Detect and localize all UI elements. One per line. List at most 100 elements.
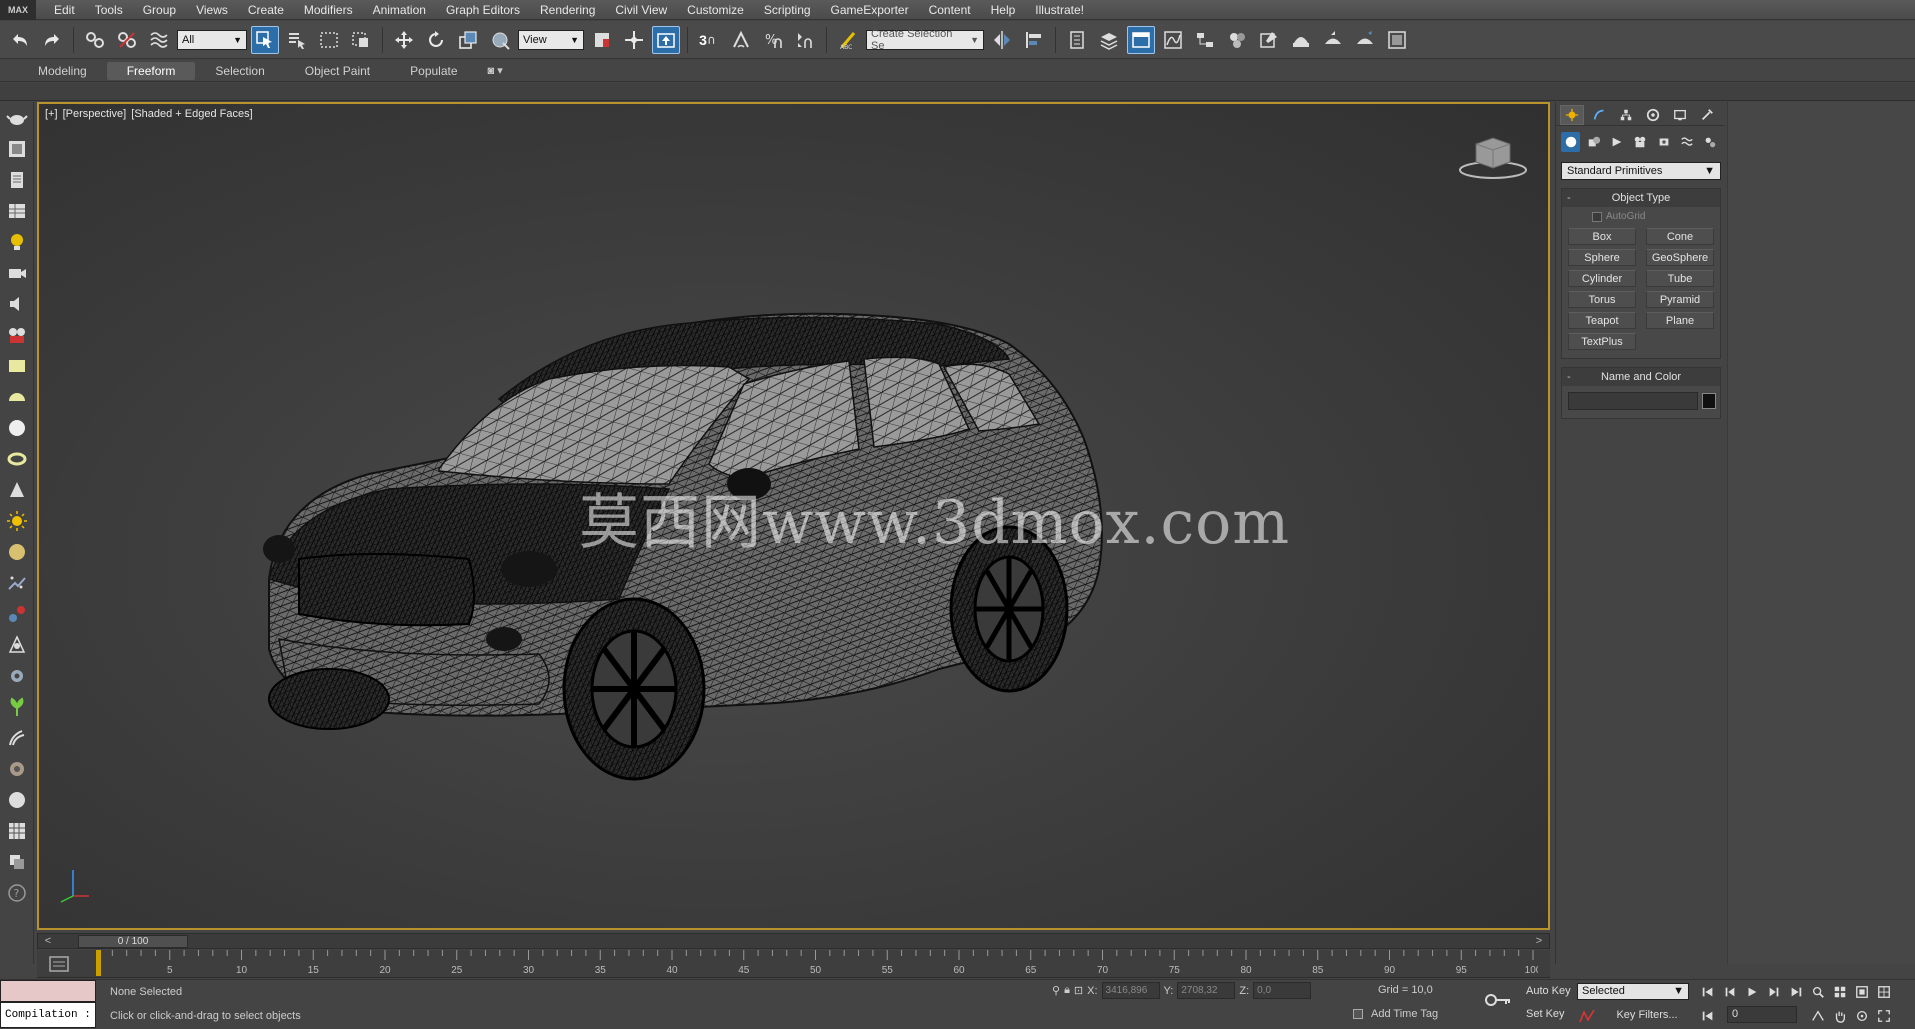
box-button[interactable]: Box xyxy=(1568,228,1636,245)
zoom-extents-icon[interactable] xyxy=(1810,984,1826,1000)
angle-snap-icon[interactable] xyxy=(727,26,755,54)
render-frame-window-icon[interactable] xyxy=(1383,26,1411,54)
play-icon[interactable] xyxy=(1744,984,1760,1000)
lock-icon[interactable]: 🔒︎ xyxy=(1064,984,1070,997)
zoom-all-icon[interactable] xyxy=(1832,984,1848,1000)
object-color-swatch[interactable] xyxy=(1702,393,1716,409)
sphere-primitive-icon[interactable] xyxy=(0,412,34,443)
torus-knot-icon[interactable] xyxy=(0,443,34,474)
rendered-frame-window-icon[interactable] xyxy=(1287,26,1315,54)
collapse-icon[interactable]: - xyxy=(1567,192,1571,204)
maximize-viewport-icon[interactable] xyxy=(1876,984,1892,1000)
isolate-icon[interactable]: ⚲ xyxy=(1052,984,1060,997)
maxscript-listener[interactable]: Compilation : xyxy=(0,980,96,1029)
undo-icon[interactable] xyxy=(6,26,34,54)
plane-button[interactable]: Plane xyxy=(1646,312,1714,329)
orbit-icon[interactable] xyxy=(1854,1008,1870,1024)
menu-gameexporter[interactable]: GameExporter xyxy=(821,0,919,20)
render-setup-icon[interactable] xyxy=(1255,26,1283,54)
object-name-input[interactable] xyxy=(1568,392,1699,410)
table-icon[interactable] xyxy=(0,195,34,226)
name-and-color-header[interactable]: - Name and Color xyxy=(1562,368,1720,386)
go-to-start-icon[interactable] xyxy=(1700,984,1716,1000)
place-icon[interactable] xyxy=(486,26,514,54)
cylinder-button[interactable]: Cylinder xyxy=(1568,270,1636,287)
viewport-shading-label[interactable]: [Shaded + Edged Faces] xyxy=(131,108,252,120)
pyramid-button[interactable]: Pyramid xyxy=(1646,291,1714,308)
collapse-icon[interactable]: - xyxy=(1567,371,1571,383)
mini-curve-editor-icon[interactable] xyxy=(47,954,71,974)
percent-snap-icon[interactable]: % xyxy=(759,26,787,54)
viewport-menu[interactable]: [+] xyxy=(45,108,58,120)
auto-key-button[interactable]: Auto Key xyxy=(1526,985,1571,997)
cone-primitive-icon[interactable] xyxy=(0,474,34,505)
move-icon[interactable] xyxy=(390,26,418,54)
create-tab-icon[interactable] xyxy=(1560,105,1584,125)
x-coordinate-field[interactable]: 3416,896 xyxy=(1101,982,1160,999)
display-tab-icon[interactable] xyxy=(1668,105,1692,125)
menu-scripting[interactable]: Scripting xyxy=(754,0,821,20)
time-tag-icon[interactable] xyxy=(1353,1009,1363,1019)
time-slider[interactable]: < 0 / 100 > xyxy=(37,933,1550,949)
select-by-name-icon[interactable] xyxy=(283,26,311,54)
app-logo[interactable]: MAX xyxy=(0,0,36,20)
light-icon[interactable] xyxy=(0,226,34,257)
sphere-white-icon[interactable] xyxy=(0,784,34,815)
checkbox-box[interactable] xyxy=(1592,211,1602,222)
film-icon[interactable] xyxy=(0,319,34,350)
absolute-mode-icon[interactable]: ⊡ xyxy=(1074,984,1083,997)
menu-customize[interactable]: Customize xyxy=(677,0,754,20)
menu-graph-editors[interactable]: Graph Editors xyxy=(436,0,530,20)
set-key-button[interactable]: Set Key xyxy=(1526,1008,1565,1020)
particles-icon[interactable] xyxy=(0,567,34,598)
maximize-toggle-icon[interactable] xyxy=(1876,1008,1892,1024)
brush-icon[interactable] xyxy=(0,753,34,784)
rotate-icon[interactable] xyxy=(422,26,450,54)
help-icon[interactable]: ? xyxy=(0,877,34,908)
scene-explorer-icon[interactable] xyxy=(1063,26,1091,54)
modify-tab-icon[interactable] xyxy=(1587,105,1611,125)
menu-tools[interactable]: Tools xyxy=(85,0,133,20)
next-frame-icon[interactable] xyxy=(1766,984,1782,1000)
helper-icon[interactable] xyxy=(0,598,34,629)
current-frame-field[interactable]: 0 xyxy=(1727,1006,1797,1023)
helpers-icon[interactable] xyxy=(1654,132,1673,152)
systems-icon[interactable] xyxy=(1701,132,1720,152)
toggle-ribbon-icon[interactable] xyxy=(1127,25,1155,54)
unlink-icon[interactable] xyxy=(113,26,141,54)
menu-rendering[interactable]: Rendering xyxy=(530,0,605,20)
go-to-end-icon[interactable] xyxy=(1788,984,1804,1000)
menu-modifiers[interactable]: Modifiers xyxy=(294,0,363,20)
object-type-header[interactable]: - Object Type xyxy=(1562,189,1720,207)
viewcube-icon[interactable] xyxy=(1458,132,1528,182)
gear-icon[interactable] xyxy=(0,660,34,691)
character-icon[interactable] xyxy=(0,629,34,660)
add-time-tag[interactable]: Add Time Tag xyxy=(1353,1008,1438,1020)
menu-content[interactable]: Content xyxy=(919,0,981,20)
render-iterative-icon[interactable] xyxy=(1351,26,1379,54)
time-slider-thumb[interactable]: 0 / 100 xyxy=(78,935,188,948)
select-object-icon[interactable] xyxy=(251,25,279,54)
next-frame-button[interactable]: > xyxy=(1529,935,1549,947)
material-editor-icon[interactable] xyxy=(1223,26,1251,54)
torus-button[interactable]: Torus xyxy=(1568,291,1636,308)
document-icon[interactable] xyxy=(0,164,34,195)
keyboard-shortcut-override-icon[interactable] xyxy=(652,25,680,54)
current-frame-marker[interactable] xyxy=(96,950,101,976)
menu-views[interactable]: Views xyxy=(186,0,238,20)
align-icon[interactable] xyxy=(1020,26,1048,54)
zoom-extents-all-icon[interactable] xyxy=(1854,984,1870,1000)
menu-animation[interactable]: Animation xyxy=(363,0,436,20)
previous-frame-button[interactable]: < xyxy=(38,935,58,947)
render-production-icon[interactable] xyxy=(1319,26,1347,54)
key-selection-dropdown[interactable]: Selected ▼ xyxy=(1577,983,1689,1000)
tab-selection[interactable]: Selection xyxy=(195,62,284,80)
pan-hand-icon[interactable] xyxy=(1832,1008,1848,1024)
lights-icon[interactable] xyxy=(1608,132,1627,152)
bind-spacewarp-icon[interactable] xyxy=(145,26,173,54)
spinner-snap-icon[interactable] xyxy=(791,26,819,54)
menu-group[interactable]: Group xyxy=(133,0,186,20)
edit-named-selection-icon[interactable]: ABC xyxy=(834,26,862,54)
sphere-gold-icon[interactable] xyxy=(0,536,34,567)
set-key-mode-icon[interactable] xyxy=(1578,1008,1596,1024)
